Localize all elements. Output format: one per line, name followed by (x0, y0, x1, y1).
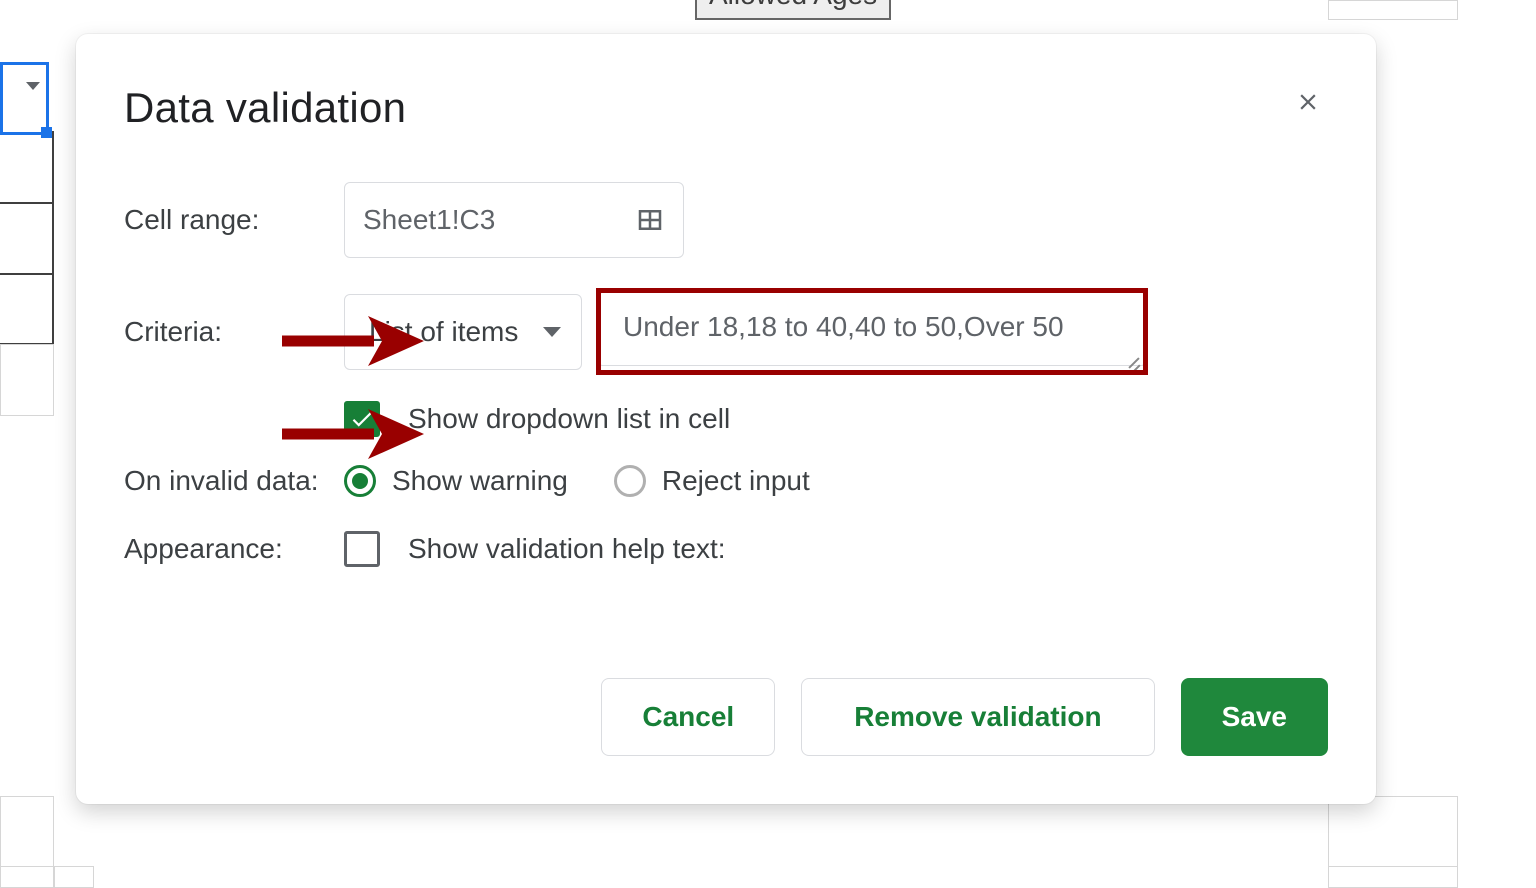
grid-picker-icon[interactable] (635, 205, 665, 235)
criteria-type-select[interactable]: List of items (344, 294, 582, 370)
help-text-label: Show validation help text: (408, 533, 726, 565)
close-icon (1295, 89, 1321, 115)
help-text-checkbox[interactable] (344, 531, 380, 567)
cell-range-label: Cell range: (124, 204, 344, 236)
appearance-label: Appearance: (124, 533, 344, 565)
data-validation-dialog: Data validation Cell range: Sheet1!C3 Cr… (76, 34, 1376, 804)
criteria-label: Criteria: (124, 316, 344, 348)
cell-range-row: Cell range: Sheet1!C3 (124, 182, 1328, 258)
radio-show-warning[interactable] (344, 465, 376, 497)
radio-show-warning-label: Show warning (392, 465, 568, 497)
on-invalid-label: On invalid data: (124, 465, 344, 497)
remove-validation-button[interactable]: Remove validation (801, 678, 1154, 756)
show-dropdown-label: Show dropdown list in cell (408, 403, 730, 435)
radio-reject-input-label: Reject input (662, 465, 810, 497)
criteria-type-value: List of items (369, 316, 518, 348)
chevron-down-icon (543, 327, 561, 337)
on-invalid-row: On invalid data: Show warning Reject inp… (124, 465, 1328, 497)
cell-range-input[interactable]: Sheet1!C3 (344, 182, 684, 258)
show-dropdown-row: Show dropdown list in cell (344, 401, 1328, 437)
save-button[interactable]: Save (1181, 678, 1328, 756)
button-row: Cancel Remove validation Save (601, 678, 1328, 756)
check-icon (349, 406, 375, 432)
cancel-button[interactable]: Cancel (601, 678, 775, 756)
active-cell[interactable] (0, 62, 49, 135)
show-dropdown-checkbox[interactable] (344, 401, 380, 437)
close-button[interactable] (1288, 82, 1328, 122)
cell-range-value: Sheet1!C3 (363, 204, 495, 236)
dialog-title: Data validation (124, 84, 1328, 132)
column-header: Allowed Ages (695, 0, 891, 20)
radio-reject-input[interactable] (614, 465, 646, 497)
appearance-row: Appearance: Show validation help text: (124, 531, 1328, 567)
criteria-items-input[interactable] (600, 292, 1144, 366)
cell-dropdown-icon[interactable] (26, 90, 40, 108)
criteria-row: Criteria: List of items (124, 292, 1328, 371)
fill-handle[interactable] (41, 127, 52, 138)
